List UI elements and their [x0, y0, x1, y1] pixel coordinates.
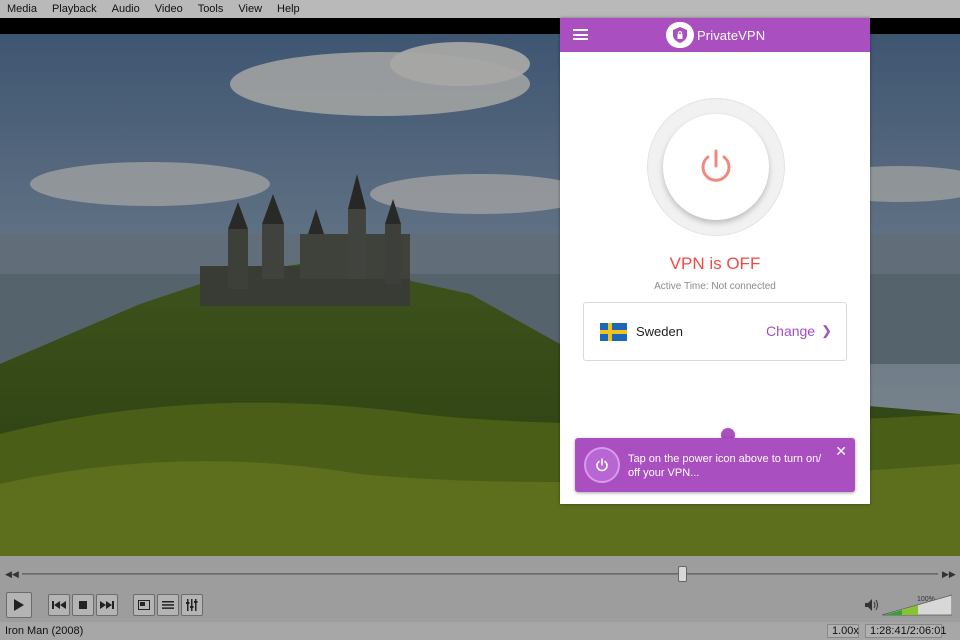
menu-playback[interactable]: Playback — [45, 3, 105, 15]
tooltip-power-icon — [584, 447, 620, 483]
next-button[interactable] — [96, 594, 118, 616]
equalizer-icon — [186, 599, 198, 611]
speaker-icon[interactable] — [865, 599, 879, 611]
menu-view[interactable]: View — [231, 3, 270, 15]
stop-button[interactable] — [72, 594, 94, 616]
change-label: Change — [766, 323, 816, 339]
vlc-window: Media Playback Audio Video Tools View He… — [0, 0, 960, 640]
close-icon[interactable]: ✕ — [835, 443, 847, 460]
playback-speed[interactable]: 1.00x — [827, 624, 859, 638]
menu-icon[interactable] — [573, 29, 588, 40]
seek-back-icon[interactable]: ◀◀ — [5, 569, 19, 580]
menu-help[interactable]: Help — [270, 3, 308, 15]
active-time: Active Time: Not connected — [654, 281, 776, 292]
status-bar: Iron Man (2008) 1.00x 1:28:41/2:06:01 — [0, 622, 960, 640]
power-icon — [701, 149, 731, 182]
seek-forward-icon[interactable]: ▶▶ — [942, 569, 956, 580]
menubar: Media Playback Audio Video Tools View He… — [0, 0, 960, 18]
play-button[interactable] — [6, 592, 32, 618]
brand-logo: PrivateVPN — [666, 21, 765, 49]
playback-controls: 100% — [0, 590, 960, 622]
change-server-link[interactable]: Change ❯ — [766, 323, 832, 339]
menu-tools[interactable]: Tools — [191, 3, 232, 15]
tooltip-text: Tap on the power icon above to turn on/ … — [628, 453, 822, 479]
previous-icon — [52, 601, 66, 609]
playlist-icon — [162, 601, 174, 609]
seek-handle[interactable] — [677, 566, 687, 582]
seek-slider[interactable] — [22, 573, 938, 575]
sweden-flag-icon — [600, 323, 627, 341]
previous-button[interactable] — [48, 594, 70, 616]
vpn-status: VPN is OFF — [669, 254, 761, 273]
power-button[interactable] — [663, 114, 769, 220]
fullscreen-button[interactable] — [133, 594, 155, 616]
server-selector[interactable]: Sweden Change ❯ — [583, 302, 847, 361]
volume-slider[interactable] — [882, 593, 952, 617]
stop-icon — [79, 601, 87, 609]
playlist-button[interactable] — [157, 594, 179, 616]
fullscreen-icon — [138, 600, 150, 610]
brand-name: PrivateVPN — [697, 27, 766, 43]
media-title: Iron Man (2008) — [5, 625, 84, 637]
seek-bar-area: ◀◀ ▶▶ — [0, 556, 960, 590]
server-country: Sweden — [636, 324, 683, 339]
privatevpn-window: PrivateVPN VPN is OFF Active Time: Not c… — [560, 18, 870, 504]
chevron-right-icon: ❯ — [821, 323, 832, 338]
next-icon — [100, 601, 114, 609]
menu-media[interactable]: Media — [0, 3, 45, 15]
vpn-header: PrivateVPN — [560, 18, 870, 52]
power-button-ring — [647, 98, 785, 236]
menu-video[interactable]: Video — [148, 3, 191, 15]
play-icon — [14, 599, 24, 611]
time-display[interactable]: 1:28:41/2:06:01 — [865, 624, 946, 638]
menu-audio[interactable]: Audio — [105, 3, 148, 15]
power-hint-tooltip: Tap on the power icon above to turn on/ … — [575, 438, 855, 492]
extended-settings-button[interactable] — [181, 594, 203, 616]
shield-lock-icon — [666, 22, 694, 48]
